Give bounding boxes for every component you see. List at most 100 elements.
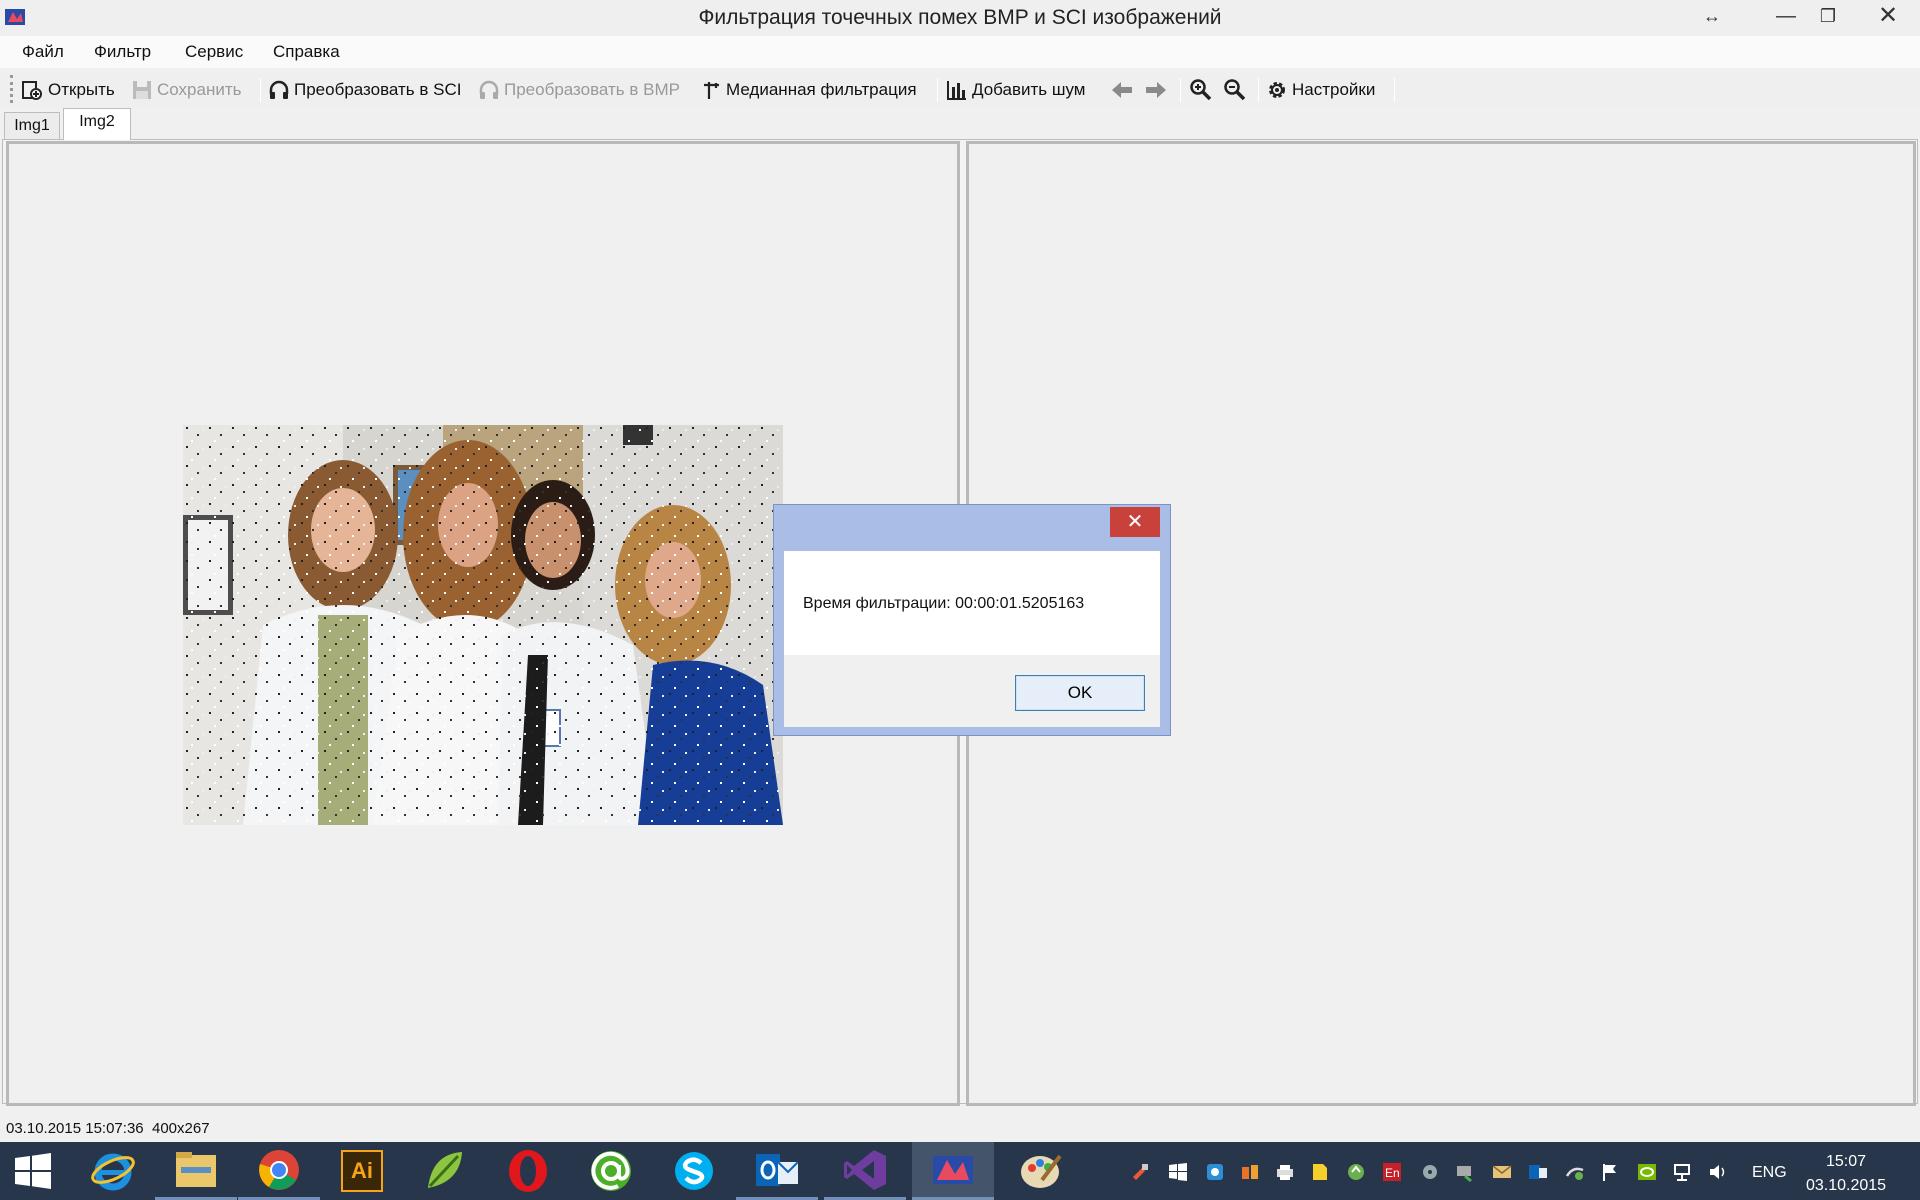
tray-network-app-icon[interactable] [1205,1162,1225,1182]
internet-explorer-icon [91,1153,135,1191]
median-filter-button[interactable]: Медианная фильтрация [700,76,917,104]
taskbar: Ai En [0,1142,1920,1200]
save-label: Сохранить [157,80,242,99]
tray-windows-icon[interactable] [1168,1162,1188,1182]
visual-studio-icon [844,1149,886,1190]
paint-icon [1021,1154,1062,1188]
toolbar-separator [1180,78,1181,102]
tray-network-icon[interactable] [1672,1162,1692,1182]
taskbar-illustrator[interactable]: Ai [321,1142,403,1200]
tab-img2[interactable]: Img2 [63,108,131,140]
taskbar-leaf-app[interactable] [404,1142,486,1200]
filter-app-icon [933,1155,973,1184]
tray-outlook-icon[interactable] [1528,1162,1548,1182]
window-title: Фильтрация точечных помех BMP и SCI изоб… [698,6,1222,29]
zoom-in-button[interactable] [1189,76,1217,104]
tray-disc-icon[interactable] [1420,1162,1440,1182]
taskbar-outlook[interactable] [736,1142,818,1200]
input-language[interactable]: ENG [1752,1164,1787,1182]
toolbar-separator [1394,78,1395,102]
dialog-message: Время фильтрации: 00:00:01.5205163 [803,595,1085,612]
save-disk-icon [133,81,151,99]
taskbar-ie[interactable] [72,1142,154,1200]
title-bar: Фильтрация точечных помех BMP и SCI изоб… [0,0,1920,36]
toolbar-grip[interactable] [10,75,13,103]
tray-sync-icon[interactable] [1565,1162,1585,1182]
tray-device-icon[interactable] [1455,1162,1475,1182]
svg-text:En: En [1385,1166,1400,1180]
tray-printer-icon[interactable] [1275,1162,1295,1182]
tray-volume-icon[interactable] [1708,1162,1728,1182]
toolbar-separator [1258,78,1259,102]
toolbar: Открыть Сохранить Преобразовать в SCI Пр… [0,72,1920,108]
toolbar-separator [937,78,938,102]
taskbar-skype[interactable] [653,1142,735,1200]
outlook-icon [756,1153,799,1186]
start-button[interactable] [0,1142,66,1200]
resize-arrows-icon[interactable]: ↔ [1692,0,1732,32]
headphones-icon [479,80,499,99]
file-explorer-icon [176,1151,216,1187]
menu-filter[interactable]: Фильтр [94,42,151,62]
median-filter-label: Медианная фильтрация [726,80,917,99]
window-close-button[interactable]: ✕ [1856,0,1920,32]
taskbar-filter-app[interactable] [912,1142,994,1200]
app-leaf-icon [428,1152,462,1188]
tray-office-icon[interactable] [1240,1162,1260,1182]
status-datetime: 03.10.2015 15:07:36 [6,1120,144,1137]
gear-icon [1269,82,1285,98]
convert-to-bmp-label: Преобразовать в BMP [504,80,680,99]
ok-button[interactable]: OK [1015,675,1145,711]
settings-button[interactable]: Настройки [1266,76,1375,104]
back-button[interactable] [1110,76,1138,104]
menu-file[interactable]: Файл [22,42,64,62]
zoom-out-icon [1224,79,1246,101]
arrow-right-icon [1146,82,1166,98]
taskbar-explorer[interactable] [155,1142,237,1200]
save-button[interactable]: Сохранить [131,76,241,104]
tray-recycle-icon[interactable] [1346,1162,1366,1182]
tray-mail-icon[interactable] [1492,1162,1512,1182]
settings-label: Настройки [1292,80,1376,99]
open-button[interactable]: Открыть [20,76,115,104]
tray-tool-icon[interactable] [1130,1162,1150,1182]
tray-nvidia-icon[interactable] [1637,1162,1657,1182]
tray-dictionary-icon[interactable]: En [1382,1162,1402,1182]
menu-bar: Файл Фильтр Сервис Справка [0,36,1920,68]
taskbar-paint[interactable] [1000,1142,1082,1200]
chrome-icon [259,1149,299,1190]
status-bar: 03.10.2015 15:07:36 400x267 [0,1114,1920,1142]
skype-icon [675,1152,713,1190]
taskbar-chrome[interactable] [238,1142,320,1200]
filter-tool-icon [704,82,719,99]
dialog-body: Время фильтрации: 00:00:01.5205163 OK [784,551,1160,727]
status-image-size: 400x267 [151,1120,210,1137]
add-noise-label: Добавить шум [972,80,1086,99]
convert-to-sci-button[interactable]: Преобразовать в SCI [268,76,461,104]
forward-button[interactable] [1144,76,1172,104]
open-label: Открыть [48,80,115,99]
zoom-out-button[interactable] [1223,76,1251,104]
add-noise-button[interactable]: Добавить шум [946,76,1086,104]
start-icon [15,1153,51,1189]
headphones-icon [269,80,289,99]
taskbar-opera[interactable] [487,1142,569,1200]
taskbar-visual-studio[interactable] [824,1142,906,1200]
dialog-message-area: Время фильтрации: 00:00:01.5205163 [784,551,1160,655]
dialog-close-button[interactable]: ✕ [1110,507,1160,537]
opera-icon [509,1150,547,1192]
taskbar-mail-agent[interactable] [570,1142,652,1200]
clock-time: 15:07 [1825,1153,1867,1170]
tray-flag-icon[interactable] [1600,1162,1620,1182]
tab-img1[interactable]: Img1 [4,112,60,140]
restore-button[interactable]: ❐ [1808,0,1848,32]
tray-notes-icon[interactable] [1310,1162,1330,1182]
arrow-left-icon [1112,82,1132,98]
toolbar-separator [260,78,261,102]
taskbar-clock[interactable]: 15:07 03.10.2015 [1806,1150,1886,1198]
convert-to-bmp-button[interactable]: Преобразовать в BMP [478,76,680,104]
menu-help[interactable]: Справка [273,42,340,62]
zoom-in-icon [1190,79,1212,101]
menu-service[interactable]: Сервис [185,42,243,62]
minimize-button[interactable]: — [1766,0,1806,32]
